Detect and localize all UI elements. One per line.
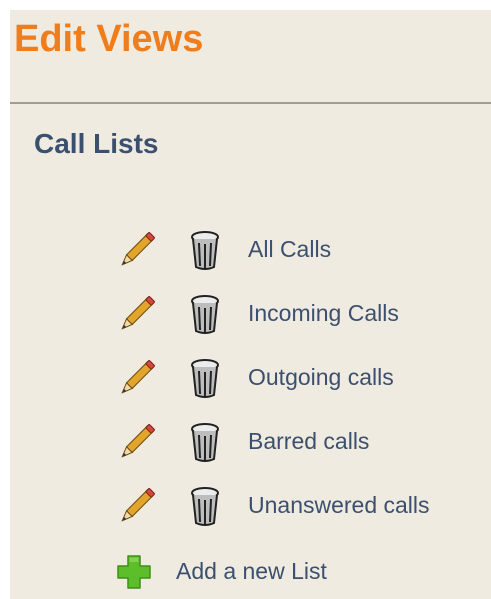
trash-icon[interactable] [185,292,225,336]
list-item: Outgoing calls [0,356,491,400]
pencil-icon[interactable] [115,424,155,464]
plus-icon[interactable] [116,554,152,590]
section-title: Call Lists [34,128,159,159]
list-label-unanswered-calls[interactable]: Unanswered calls [248,492,430,519]
list-label-all-calls[interactable]: All Calls [248,236,331,263]
list-label-barred-calls[interactable]: Barred calls [248,428,369,455]
trash-icon[interactable] [185,356,225,400]
add-list-link[interactable]: Add a new List [176,558,327,585]
title-divider [10,102,491,104]
add-list-row: Add a new List [0,548,491,592]
page-title: Edit Views [14,18,204,60]
trash-icon[interactable] [185,228,225,272]
pencil-icon[interactable] [115,296,155,336]
pencil-icon[interactable] [115,488,155,528]
list-item: Barred calls [0,420,491,464]
list-label-outgoing-calls[interactable]: Outgoing calls [248,364,394,391]
pencil-icon[interactable] [115,232,155,272]
list-item: Incoming Calls [0,292,491,336]
pencil-icon[interactable] [115,360,155,400]
trash-icon[interactable] [185,420,225,464]
list-item: Unanswered calls [0,484,491,528]
trash-icon[interactable] [185,484,225,528]
list-label-incoming-calls[interactable]: Incoming Calls [248,300,399,327]
list-item: All Calls [0,228,491,272]
